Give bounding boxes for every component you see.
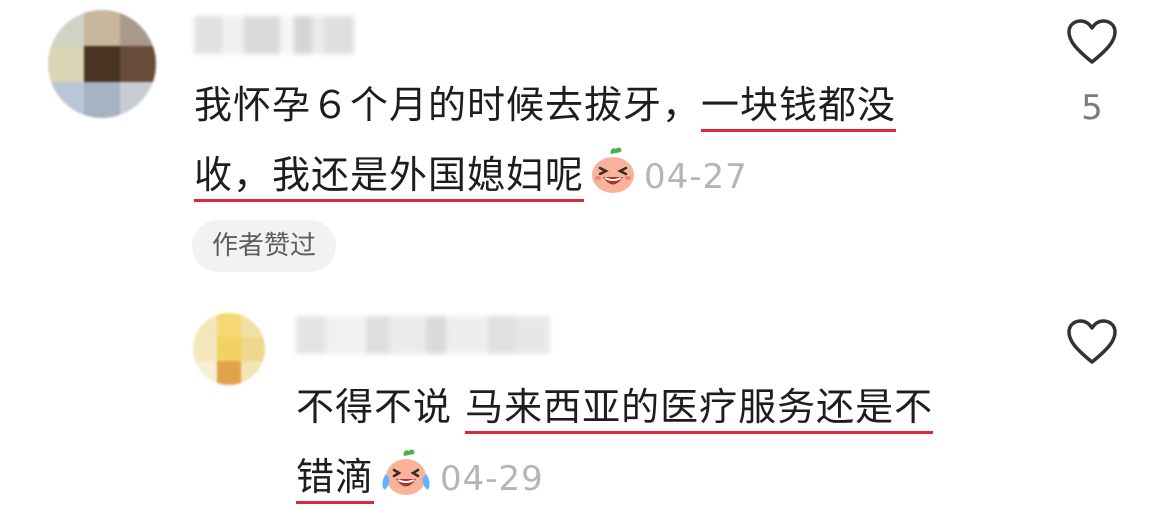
highlighted-text: 收，我还是外国媳妇呢	[194, 153, 585, 202]
like-button[interactable]	[1064, 318, 1120, 370]
avatar[interactable]	[193, 313, 265, 385]
comment-text: 我怀孕６个月的时候去拔牙，一块钱都没 收，我还是外国媳妇呢 04-27	[194, 70, 994, 218]
comment-date: 04-29	[440, 459, 544, 499]
heart-outline-icon[interactable]	[1066, 18, 1118, 70]
reply-comment-item[interactable]: 不得不说 马来西亚的医疗服务还是不 错滴 04-29	[0, 300, 1170, 525]
comment-text-line1: 不得不说	[296, 385, 466, 429]
username-blurred[interactable]	[296, 316, 550, 354]
heart-outline-icon[interactable]	[1066, 318, 1118, 370]
highlighted-text: 一块钱都没	[701, 83, 897, 132]
highlighted-text: 马来西亚的医疗服务还是不	[465, 385, 934, 434]
comment-date: 04-27	[644, 157, 748, 197]
like-button[interactable]: 5	[1064, 18, 1120, 128]
comment-text: 不得不说 马来西亚的医疗服务还是不 错滴 04-29	[296, 372, 1056, 520]
like-count: 5	[1081, 88, 1103, 128]
comment-item[interactable]: 我怀孕６个月的时候去拔牙，一块钱都没 收，我还是外国媳妇呢 04-27 作者赞过…	[0, 0, 1170, 290]
username-blurred[interactable]	[194, 16, 354, 54]
highlighted-text: 错滴	[296, 455, 375, 504]
avatar[interactable]	[48, 10, 156, 118]
crying-laughing-peach-emoji-icon	[378, 448, 434, 520]
comment-text-line1: 我怀孕６个月的时候去拔牙，	[194, 83, 702, 127]
laughing-peach-emoji-icon	[588, 146, 638, 218]
author-liked-badge: 作者赞过	[192, 220, 337, 272]
